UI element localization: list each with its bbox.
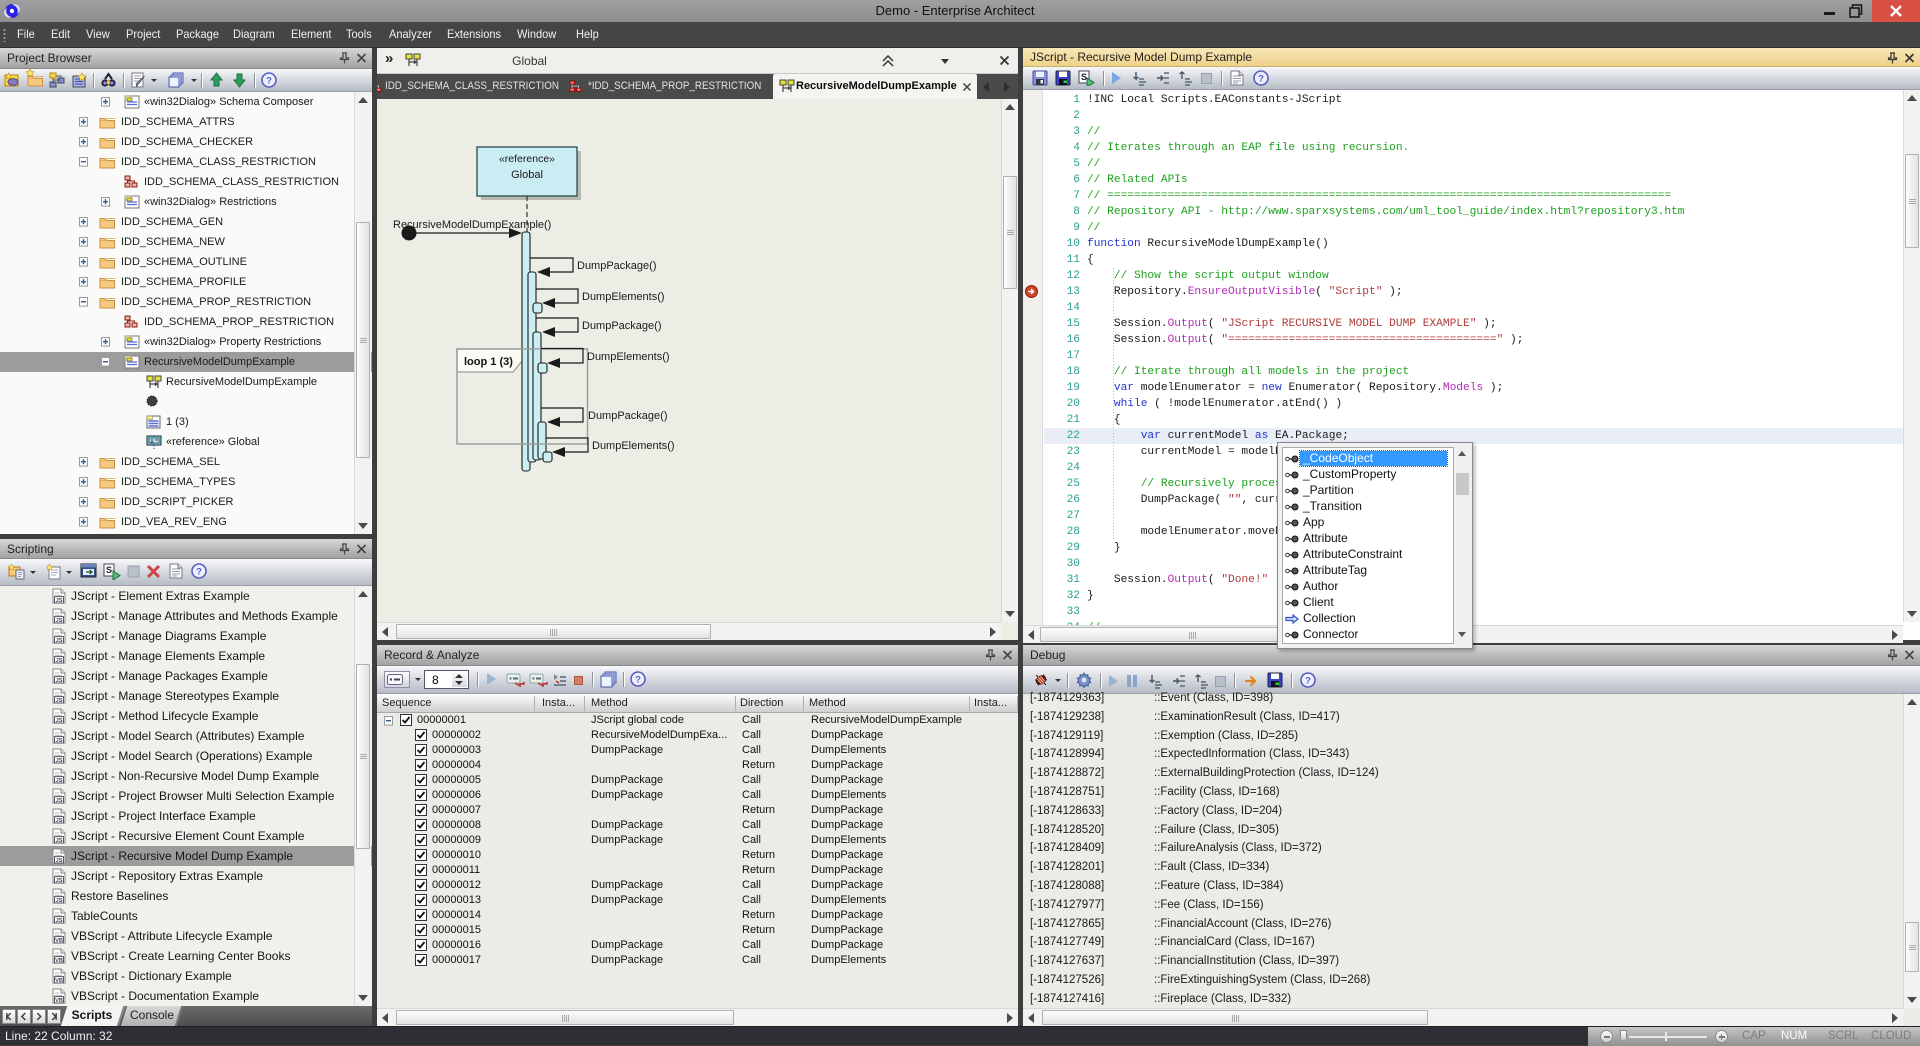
svg-text:DumpElements(): DumpElements() [582,291,665,303]
svg-text:VB: VB [55,938,63,944]
svg-text:DumpPackage(): DumpPackage() [588,410,667,422]
svg-text:JS: JS [56,798,63,804]
svg-text:VB: VB [55,978,63,984]
svg-text:?: ? [635,675,641,686]
svg-text:JS: JS [56,678,63,684]
svg-text:JS: JS [56,598,63,604]
svg-text:JS: JS [56,778,63,784]
svg-text:loop 1 (3): loop 1 (3) [464,356,513,368]
svg-text:S: S [1081,72,1087,82]
svg-text:JS: JS [56,698,63,704]
svg-text:DumpPackage(): DumpPackage() [577,260,656,272]
svg-text:JS: JS [56,898,63,904]
svg-text:JS: JS [56,658,63,664]
svg-text:JS: JS [56,918,63,924]
svg-text:DumpPackage(): DumpPackage() [582,320,661,332]
svg-text:JS: JS [56,878,63,884]
svg-text:S: S [106,565,112,575]
svg-text:JS: JS [56,738,63,744]
svg-text:?: ? [196,567,202,578]
svg-text:«reference»: «reference» [499,153,555,165]
svg-text:Global: Global [511,169,543,181]
svg-text:?: ? [1258,74,1264,85]
svg-text:?: ? [266,76,272,87]
svg-text:JS: JS [56,858,63,864]
svg-text:DumpElements(): DumpElements() [592,440,675,452]
svg-text:VB: VB [55,958,63,964]
svg-text:JS: JS [56,818,63,824]
svg-text:JS: JS [56,618,63,624]
svg-text:VB: VB [55,998,63,1004]
svg-text:?: ? [1305,676,1311,687]
svg-text:JS: JS [56,638,63,644]
svg-text:JS: JS [56,758,63,764]
svg-text:DumpElements(): DumpElements() [587,351,670,363]
svg-text:RecursiveModelDumpExample(): RecursiveModelDumpExample() [393,219,551,231]
svg-text:JS: JS [56,838,63,844]
svg-text:JS: JS [56,718,63,724]
